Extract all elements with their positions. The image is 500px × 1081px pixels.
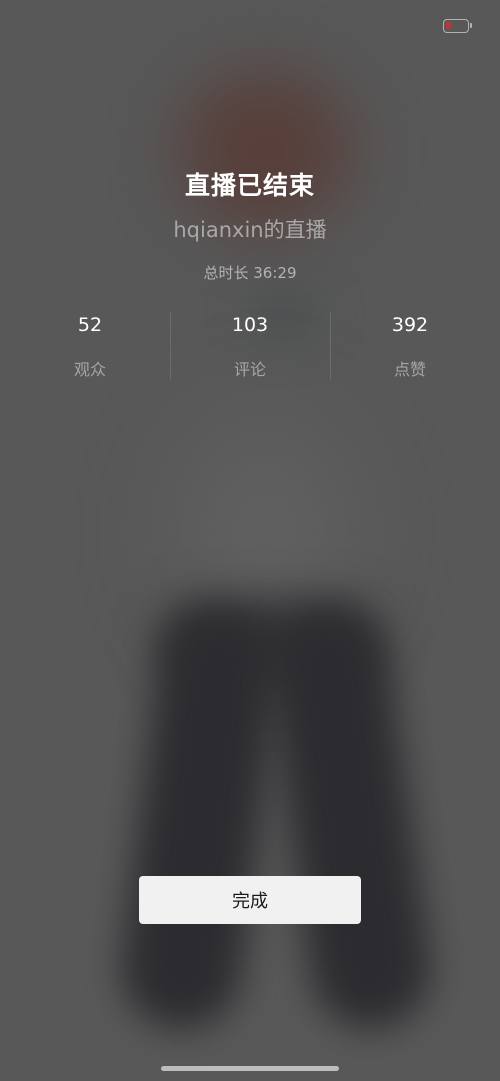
battery-low-icon (443, 19, 472, 33)
stat-likes-label: 点赞 (393, 360, 426, 379)
battery-level (446, 22, 451, 29)
live-stats: 52 观众 103 评论 392 点赞 (10, 310, 490, 380)
background-blur-left-leg (114, 604, 286, 1036)
stat-viewers: 52 观众 (10, 310, 170, 380)
total-duration: 总时长 36:29 (203, 264, 297, 282)
stat-comments-label: 评论 (233, 360, 266, 379)
stat-viewers-value: 52 (77, 314, 103, 336)
battery-tip (470, 23, 472, 28)
host-stream-name: hqianxin的直播 (173, 218, 327, 242)
stat-likes-value: 392 (391, 314, 429, 336)
stat-viewers-label: 观众 (73, 360, 106, 379)
home-indicator[interactable] (161, 1066, 339, 1071)
stat-comments: 103 评论 (170, 310, 330, 380)
background-blur-head (170, 65, 360, 235)
stat-likes: 392 点赞 (330, 310, 490, 380)
live-ended-title: 直播已结束 (184, 171, 315, 200)
done-button[interactable]: 完成 (139, 876, 361, 924)
stat-comments-value: 103 (231, 314, 269, 336)
background-blur-right-leg (261, 603, 439, 1037)
